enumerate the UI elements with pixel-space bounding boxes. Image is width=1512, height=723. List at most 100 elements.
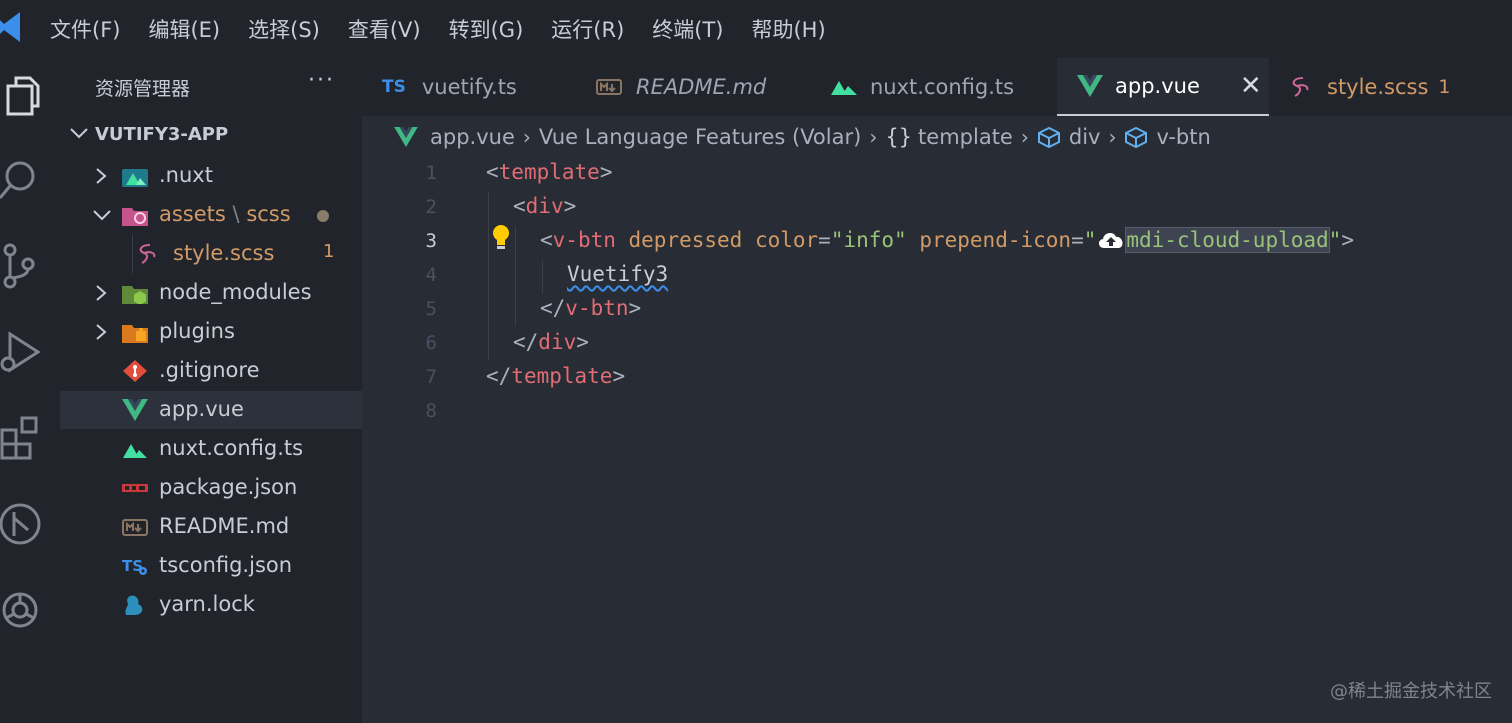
tab-label: README.md — [636, 75, 767, 99]
explorer-title: 资源管理器 — [95, 78, 191, 100]
vue-file-icon — [122, 399, 148, 421]
npm-file-icon — [122, 484, 148, 492]
line-number: 4 — [425, 264, 437, 286]
problem-count-badge: 1 — [323, 241, 335, 262]
tree-item-package-json[interactable]: package.json — [60, 469, 362, 507]
code-editor[interactable]: 1 <template> 2 <div> 3 <v-btn depressed … — [362, 158, 1512, 723]
tab-label: style.scss — [1327, 75, 1429, 99]
menu-edit[interactable]: 编辑(E) — [148, 14, 220, 44]
menu-items: 文件(F) 编辑(E) 选择(S) 查看(V) 转到(G) 运行(R) 终端(T… — [50, 0, 854, 58]
tab-label: nuxt.config.ts — [870, 75, 1015, 99]
breadcrumb: app.vue › Vue Language Features (Volar) … — [362, 116, 1512, 158]
line-number: 7 — [425, 366, 437, 388]
vscode-logo-icon[interactable] — [0, 12, 20, 42]
sass-file-icon — [139, 244, 156, 264]
nuxt-folder-icon — [122, 169, 148, 187]
tree-item-gitignore[interactable]: .gitignore — [60, 352, 362, 390]
code-line: 7 </template> — [362, 362, 1512, 396]
tree-item-nuxt-folder[interactable]: .nuxt — [60, 157, 362, 195]
breadcrumb-file[interactable]: app.vue — [394, 125, 515, 149]
tab-app-vue[interactable]: app.vue ✕ — [1057, 58, 1269, 116]
code-text: </v-btn> — [540, 296, 642, 320]
braces-icon: {} — [885, 125, 913, 149]
code-text: </template> — [486, 364, 626, 388]
breadcrumb-template[interactable]: {} template — [885, 125, 1013, 149]
tree-item-node-modules-folder[interactable]: node_modules — [60, 274, 362, 312]
tree-item-assets-scss-folder[interactable]: assets \ scss — [60, 196, 362, 234]
tsconfig-file-icon: TS — [122, 557, 147, 575]
code-line: 5 </v-btn> — [362, 294, 1512, 328]
tree-item-readme[interactable]: README.md — [60, 508, 362, 546]
tree-item-app-vue[interactable]: app.vue — [60, 391, 362, 429]
chevron-right-icon — [96, 285, 107, 301]
activity-bar — [0, 58, 60, 723]
indent-guide — [132, 235, 133, 273]
chevron-right-icon: › — [522, 125, 531, 149]
code-line: 3 <v-btn depressed color="info" prepend-… — [362, 226, 1512, 260]
close-icon[interactable]: ✕ — [1240, 71, 1262, 101]
git-graph-icon[interactable] — [0, 500, 48, 548]
code-line: 4 Vuetify3 — [362, 260, 1512, 294]
tab-style-scss[interactable]: style.scss 1 — [1289, 58, 1489, 116]
tree-item-label: style.scss — [173, 241, 275, 265]
openai-icon[interactable] — [0, 586, 48, 634]
breadcrumb-v-btn[interactable]: v-btn — [1124, 125, 1211, 149]
menu-selection[interactable]: 选择(S) — [248, 14, 320, 44]
markdown-icon — [596, 79, 622, 95]
chevron-right-icon: › — [869, 125, 878, 149]
tree-item-yarn-lock[interactable]: yarn.lock — [60, 586, 362, 624]
tree-item-label: .nuxt — [159, 163, 213, 187]
tab-readme[interactable]: README.md — [596, 58, 811, 116]
nuxt-icon — [831, 81, 857, 95]
breadcrumb-language[interactable]: Vue Language Features (Volar) — [539, 125, 861, 149]
source-control-icon[interactable] — [0, 242, 48, 290]
ts-icon: TS — [382, 77, 406, 97]
explorer-more-button[interactable]: ··· — [308, 68, 335, 93]
tree-item-label: package.json — [159, 475, 298, 499]
workspace-root[interactable]: VUTIFY3-APP — [60, 120, 362, 150]
chevron-down-icon — [70, 128, 88, 139]
tree-item-plugins-folder[interactable]: plugins — [60, 313, 362, 351]
tree-item-style-scss[interactable]: style.scss 1 — [60, 235, 362, 273]
tab-vuetify-ts[interactable]: TS vuetify.ts — [382, 58, 577, 116]
chevron-down-icon — [93, 210, 111, 221]
chevron-right-icon: › — [1108, 125, 1117, 149]
code-text: </div> — [513, 330, 589, 354]
line-number: 5 — [425, 298, 437, 320]
line-number: 8 — [425, 400, 437, 422]
chevron-right-icon — [96, 324, 107, 340]
menu-help[interactable]: 帮助(H) — [751, 14, 825, 44]
tab-nuxt-config[interactable]: nuxt.config.ts — [830, 58, 1050, 116]
menu-go[interactable]: 转到(G) — [449, 14, 524, 44]
tree-item-tsconfig[interactable]: TS tsconfig.json — [60, 547, 362, 585]
markdown-file-icon — [122, 519, 148, 536]
tree-item-label: yarn.lock — [159, 592, 255, 616]
cloud-upload-icon — [1099, 233, 1123, 248]
plugins-folder-icon — [122, 325, 148, 343]
run-debug-icon[interactable] — [0, 328, 48, 376]
line-number: 2 — [425, 196, 437, 218]
line-number: 1 — [425, 162, 437, 184]
search-icon[interactable] — [0, 156, 48, 204]
extensions-icon[interactable] — [0, 414, 48, 462]
nuxt-file-icon — [123, 444, 147, 458]
workspace-root-label: VUTIFY3-APP — [95, 124, 229, 145]
menu-view[interactable]: 查看(V) — [348, 14, 421, 44]
breadcrumb-div[interactable]: div — [1037, 125, 1100, 149]
chevron-right-icon: › — [1020, 125, 1029, 149]
menu-terminal[interactable]: 终端(T) — [652, 14, 723, 44]
menu-file[interactable]: 文件(F) — [50, 14, 120, 44]
chevron-right-icon — [96, 168, 107, 184]
tree-item-label: node_modules — [159, 280, 312, 304]
cube-icon — [1125, 126, 1148, 148]
tab-label: vuetify.ts — [421, 75, 517, 99]
tree-item-label: assets \ scss — [159, 202, 291, 226]
menu-bar: 文件(F) 编辑(E) 选择(S) 查看(V) 转到(G) 运行(R) 终端(T… — [0, 0, 1512, 58]
watermark: @稀土掘金技术社区 — [1330, 681, 1492, 702]
yarn-file-icon — [125, 595, 143, 615]
tree-item-label: README.md — [159, 514, 290, 538]
tree-item-nuxt-config[interactable]: nuxt.config.ts — [60, 430, 362, 468]
explorer-icon[interactable] — [0, 72, 48, 120]
menu-run[interactable]: 运行(R) — [551, 14, 624, 44]
line-number: 3 — [425, 230, 437, 252]
